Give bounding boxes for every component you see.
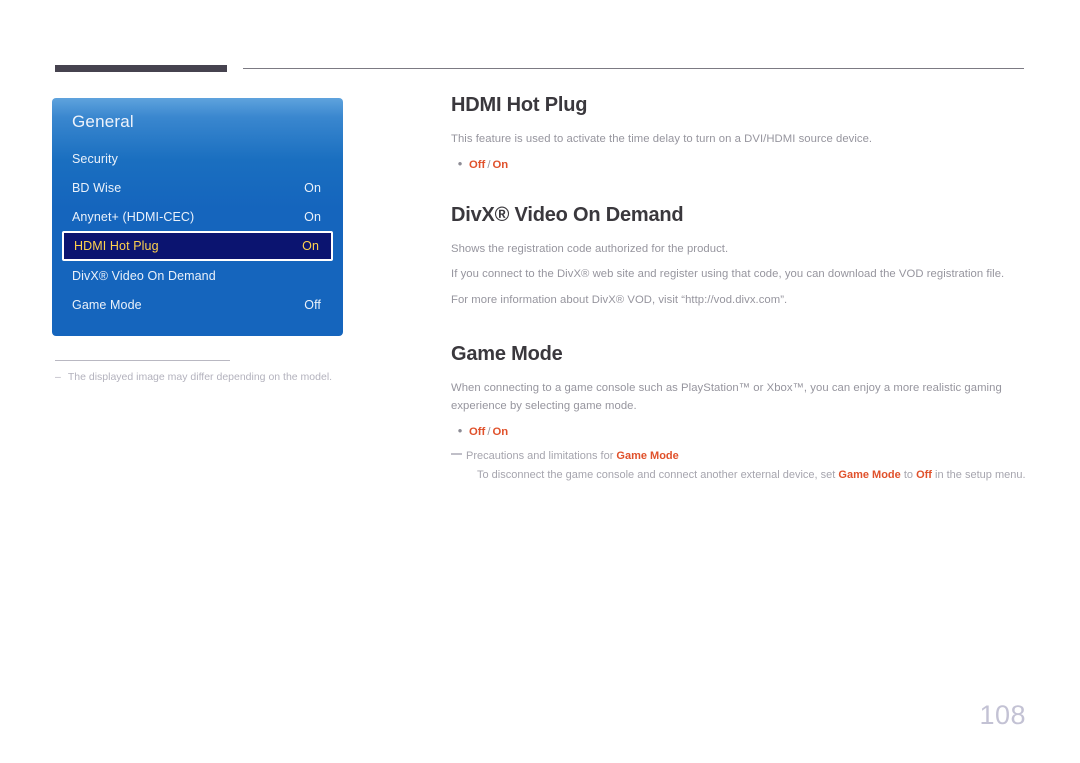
page-header-rules [0, 0, 1080, 80]
option-on: On [492, 158, 509, 171]
figure-note-dash: – [55, 371, 61, 383]
osd-item-value: On [302, 239, 319, 253]
precautions-body: To disconnect the game console and conne… [451, 467, 1026, 484]
section-title-game-mode: Game Mode [451, 342, 563, 365]
precautions-body-part2: to [900, 468, 917, 481]
content-column: HDMI Hot Plug This feature is used to ac… [451, 94, 1026, 483]
figure-note-divider [55, 360, 230, 361]
option-off: Off [469, 425, 486, 438]
figure-note: – The displayed image may differ dependi… [52, 371, 412, 383]
figure-column: General Security BD Wise On Anynet+ (HDM… [52, 98, 412, 383]
osd-item-label: HDMI Hot Plug [74, 239, 159, 253]
section-title-hdmi-hot-plug: HDMI Hot Plug [451, 94, 588, 116]
section-paragraph: If you connect to the DivX® web site and… [451, 268, 1005, 281]
osd-menu-item-hdmi-hot-plug[interactable]: HDMI Hot Plug On [62, 231, 333, 261]
precautions-body-part3: in the setup menu. [931, 468, 1026, 481]
bullet-icon: • [457, 155, 463, 171]
precautions-heading-highlight: Game Mode [616, 449, 679, 462]
osd-item-label: Anynet+ (HDMI-CEC) [72, 209, 195, 224]
osd-menu-item-bd-wise[interactable]: BD Wise On [52, 173, 343, 202]
header-divider-line [243, 68, 1024, 69]
option-on: On [492, 425, 509, 438]
osd-item-label: Game Mode [72, 297, 142, 312]
em-dash-icon [451, 452, 462, 455]
osd-item-label: BD Wise [72, 180, 122, 195]
options-list-game-mode: • Off / On [451, 424, 1026, 438]
osd-menu-item-divx-vod[interactable]: DivX® Video On Demand [52, 261, 343, 290]
figure-note-text: The displayed image may differ depending… [67, 371, 333, 383]
osd-item-value: On [304, 180, 321, 195]
option-off: Off [469, 158, 486, 171]
precautions-body-highlight-game-mode: Game Mode [838, 468, 901, 481]
osd-item-value: On [304, 209, 321, 224]
precautions-heading: Precautions and limitations for Game Mod… [451, 450, 1026, 462]
osd-menu-item-anynet[interactable]: Anynet+ (HDMI-CEC) On [52, 202, 343, 231]
header-accent-bar [55, 65, 227, 72]
osd-menu-panel: General Security BD Wise On Anynet+ (HDM… [52, 98, 343, 336]
section-paragraph: This feature is used to activate the tim… [451, 133, 873, 145]
bullet-icon: • [457, 422, 463, 438]
osd-menu-item-game-mode[interactable]: Game Mode Off [52, 290, 343, 319]
precautions-body-highlight-off: Off [916, 468, 932, 481]
osd-menu-item-security[interactable]: Security [52, 144, 343, 173]
osd-menu-list: Security BD Wise On Anynet+ (HDMI-CEC) O… [52, 144, 343, 319]
precautions-heading-prefix: Precautions and limitations for [466, 449, 617, 462]
osd-menu-title: General [72, 112, 134, 131]
precautions-body-part1: To disconnect the game console and conne… [477, 468, 839, 481]
page-number: 108 [979, 700, 1026, 730]
section-paragraph: For more information about DivX® VOD, vi… [451, 293, 788, 306]
section-title-divx-vod: DivX® Video On Demand [451, 203, 684, 226]
osd-item-value: Off [304, 297, 321, 312]
osd-item-label: DivX® Video On Demand [72, 268, 216, 283]
precautions-block: Precautions and limitations for Game Mod… [451, 450, 1026, 484]
section-paragraph: When connecting to a game console such a… [451, 381, 1002, 413]
section-paragraph: Shows the registration code authorized f… [451, 242, 729, 255]
options-list-hdmi-hot-plug: • Off / On [451, 157, 1026, 171]
osd-item-label: Security [72, 151, 118, 166]
